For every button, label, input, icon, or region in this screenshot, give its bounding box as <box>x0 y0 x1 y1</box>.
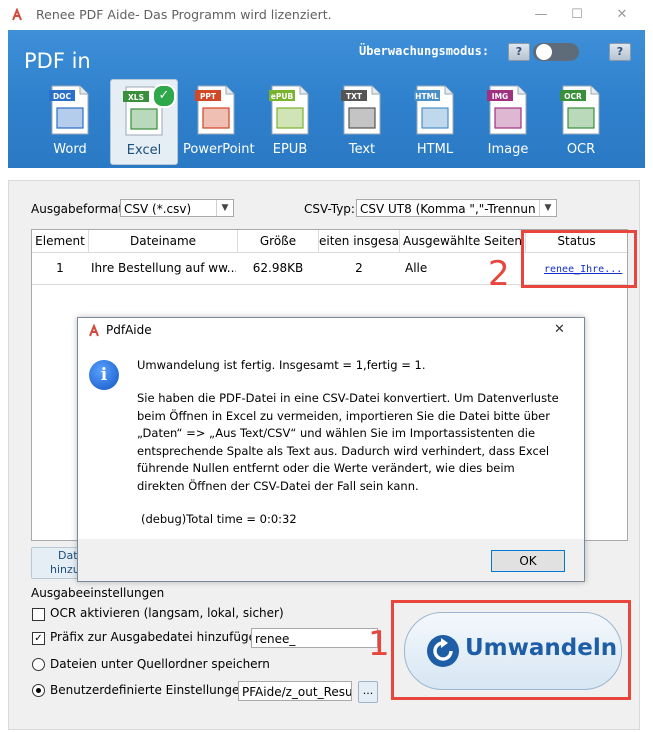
dialog-app-icon <box>89 324 99 337</box>
format-button-powerpoint[interactable]: PPT PowerPoint <box>183 79 255 163</box>
add-files-label-1: Dat <box>58 549 78 562</box>
svg-text:IMG: IMG <box>492 92 508 101</box>
format-label: Word <box>53 142 87 157</box>
format-label: Image <box>487 142 529 157</box>
column-header-filename[interactable]: Dateiname <box>89 230 238 253</box>
prefix-checkbox[interactable]: ✓ <box>32 632 45 645</box>
browse-button[interactable]: ... <box>358 681 378 703</box>
prefix-label: Präfix zur Ausgabedatei hinzufügen <box>50 630 264 644</box>
close-button[interactable]: ✕ <box>606 4 638 26</box>
ocr-icon: OCR <box>560 85 600 135</box>
html-globe-icon: HTML <box>414 85 454 135</box>
monitor-help-button[interactable]: ? <box>508 43 530 61</box>
svg-text:ePUB: ePUB <box>271 92 294 101</box>
window-title: Renee PDF Aide- Das Programm wird lizenz… <box>36 7 332 22</box>
dialog-close-button[interactable]: ✕ <box>554 322 565 337</box>
svg-text:TXT: TXT <box>346 92 363 101</box>
minimize-button[interactable]: — <box>525 4 557 26</box>
format-label: PowerPoint <box>183 142 255 157</box>
dialog-title-bar: PdfAide ✕ <box>78 318 584 344</box>
format-button-epub[interactable]: ePUB EPUB <box>257 79 323 163</box>
save-source-label: Dateien unter Quellordner speichern <box>50 657 270 671</box>
csv-type-value: CSV UT8 (Komma ","-Trennun <box>360 202 536 216</box>
header-help-button[interactable]: ? <box>609 43 631 61</box>
chevron-down-icon: ▼ <box>539 200 556 216</box>
title-bar: Renee PDF Aide- Das Programm wird lizenz… <box>0 0 653 30</box>
custom-path-input[interactable]: PFAide/z_out_Result <box>238 681 352 701</box>
format-label: EPUB <box>272 142 308 157</box>
chevron-down-icon: ▼ <box>216 200 233 216</box>
format-button-html[interactable]: HTML HTML <box>402 79 468 163</box>
dialog-paragraph-line: führende Nullen entfernt oder die Werte … <box>137 461 515 475</box>
ok-button[interactable]: OK <box>491 550 565 572</box>
header-title: PDF in <box>24 49 91 73</box>
dialog-paragraph-line: beim Öffnen in Excel zu vermeiden, impor… <box>137 408 550 423</box>
monitor-mode-toggle[interactable] <box>533 43 579 61</box>
dialog-paragraph: Sie haben die PDF-Datei in eine CSV-Date… <box>137 390 577 495</box>
powerpoint-ppt-icon: PPT <box>195 85 235 135</box>
radio-dot <box>36 688 41 693</box>
row-filename: Ihre Bestellung auf ww... <box>91 261 236 275</box>
maximize-button[interactable]: ☐ <box>561 4 593 26</box>
format-button-image[interactable]: IMG Image <box>475 79 541 163</box>
row-element: 1 <box>56 261 64 275</box>
text-txt-icon: TXT <box>341 85 381 135</box>
annotation-number-2: 2 <box>488 254 510 294</box>
dialog-debug-time: (debug)Total time = 0:0:32 <box>141 512 297 526</box>
svg-text:DOC: DOC <box>53 92 72 101</box>
annotation-box-status <box>521 230 637 288</box>
dialog-paragraph-line: Sie haben die PDF-Datei in eine CSV-Date… <box>137 391 559 405</box>
dialog-summary: Umwandelung ist fertig. Insgesamt = 1,fe… <box>137 358 426 372</box>
format-button-text[interactable]: TXT Text <box>329 79 395 163</box>
svg-text:PPT: PPT <box>200 92 217 101</box>
save-source-radio[interactable] <box>32 658 45 671</box>
info-icon: i <box>89 360 119 390</box>
column-header-element[interactable]: Element <box>32 230 89 253</box>
custom-settings-radio[interactable] <box>32 684 45 697</box>
csv-type-label: CSV-Typ: <box>304 202 355 216</box>
dialog-title: PdfAide <box>106 323 152 337</box>
svg-text:OCR: OCR <box>564 92 582 101</box>
image-icon: IMG <box>487 85 527 135</box>
format-label: HTML <box>416 142 454 157</box>
output-format-label: Ausgabeformat: <box>31 202 128 216</box>
column-header-size[interactable]: Größe <box>238 230 319 253</box>
format-button-ocr[interactable]: OCR OCR <box>548 79 614 163</box>
format-label: OCR <box>566 142 596 157</box>
message-dialog: PdfAide ✕ i Umwandelung ist fertig. Insg… <box>77 317 585 582</box>
csv-type-select[interactable]: CSV UT8 (Komma ","-Trennun ▼ <box>356 199 557 217</box>
column-header-selected-pages[interactable]: Ausgewählte Seiten <box>400 230 526 253</box>
column-header-total-pages[interactable]: eiten insgesar <box>319 230 400 253</box>
dialog-paragraph-line: direkten Öffnen der CSV-Datei der Fall s… <box>137 478 419 493</box>
format-label: Excel <box>126 143 162 158</box>
annotation-box-convert <box>391 600 631 700</box>
custom-settings-label: Benutzerdefinierte Einstellungen <box>50 683 247 697</box>
info-glyph: i <box>100 365 108 385</box>
dialog-paragraph-line: „Daten“ => „Aus Text/CSV“ und wählen Sie… <box>137 426 536 440</box>
app-logo-icon <box>12 8 22 21</box>
epub-icon: ePUB <box>269 85 309 135</box>
dialog-paragraph-line: entsprechende Spalte als Text aus. Dadur… <box>137 443 550 458</box>
monitor-mode-label: Überwachungsmodus: <box>359 44 490 58</box>
word-doc-icon: DOC <box>49 85 89 135</box>
dialog-body: i Umwandelung ist fertig. Insgesamt = 1,… <box>78 344 584 539</box>
ocr-checkbox[interactable] <box>32 608 45 621</box>
prefix-input[interactable]: renee_ <box>251 628 378 648</box>
add-files-label-2: hinzu <box>50 563 80 576</box>
svg-text:HTML: HTML <box>415 92 439 101</box>
output-format-select[interactable]: CSV (*.csv) ▼ <box>120 199 234 217</box>
output-format-value: CSV (*.csv) <box>124 202 192 216</box>
row-total-pages: 2 <box>355 261 363 275</box>
ocr-label: OCR aktivieren (langsam, lokal, sicher) <box>50 606 284 620</box>
annotation-number-1: 1 <box>368 624 390 664</box>
svg-text:XLS: XLS <box>128 93 144 102</box>
checkmark-icon: ✓ <box>152 84 176 108</box>
row-size: 62.98KB <box>252 261 304 275</box>
format-button-word[interactable]: DOC Word <box>37 79 103 163</box>
format-label: Text <box>348 142 376 157</box>
toggle-knob <box>536 44 552 60</box>
output-settings-label: Ausgabeeinstellungen <box>31 586 165 600</box>
